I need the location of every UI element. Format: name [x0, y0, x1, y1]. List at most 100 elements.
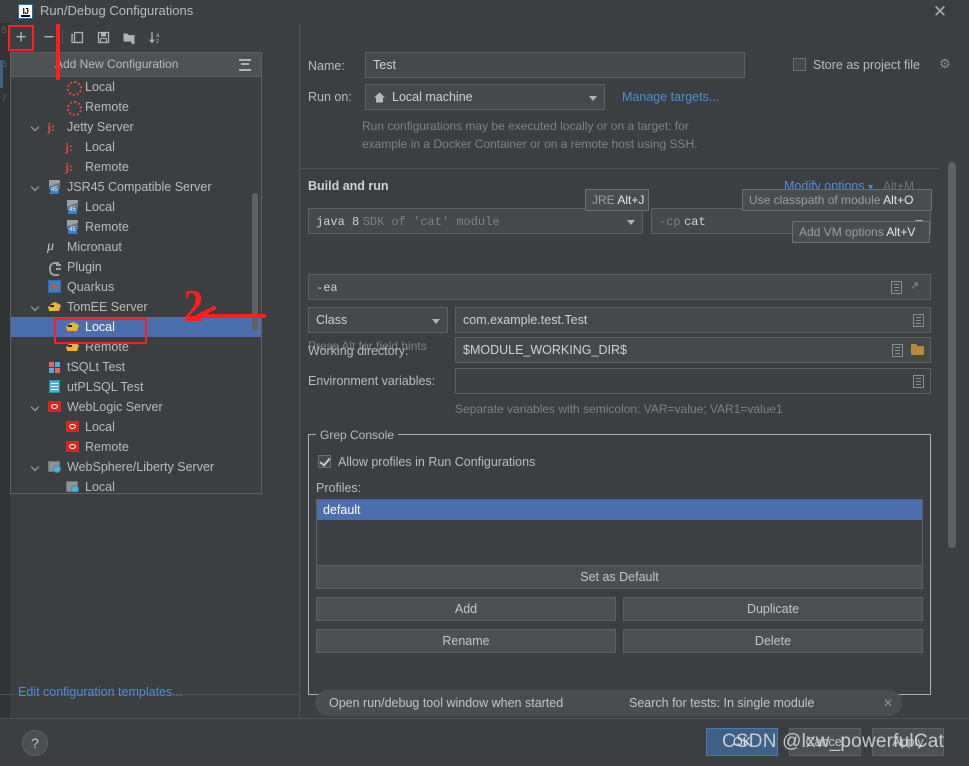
tooltip-text: Use classpath of module: [749, 193, 884, 207]
tree-item-quarkus[interactable]: Quarkus: [11, 277, 261, 297]
edit-configuration-templates-link[interactable]: Edit configuration templates...: [18, 685, 183, 699]
chip-label: Open run/debug tool window when started: [329, 696, 564, 710]
tree-item-label: Local: [85, 80, 115, 94]
tree-expand-chevron-down-icon[interactable]: [31, 117, 42, 137]
tree-item-utplsql-test[interactable]: utPLSQL Test: [11, 377, 261, 397]
main-class-kind-combo[interactable]: Class: [308, 307, 448, 333]
classpath-tooltip: Use classpath of module Alt+O: [742, 189, 932, 211]
help-button[interactable]: ?: [22, 730, 48, 756]
name-label: Name:: [308, 59, 345, 73]
dialog-title-bar: IJ Run/Debug Configurations ✕: [0, 0, 969, 23]
sort-alpha-icon: a z: [144, 26, 166, 48]
main-class-input[interactable]: com.example.test.Test: [455, 307, 931, 333]
copy-icon: [66, 26, 88, 48]
tree-expand-chevron-down-icon[interactable]: [31, 397, 42, 417]
jre-combo[interactable]: java 8 SDK of 'cat' module: [308, 208, 643, 234]
tree-item-jetty-server[interactable]: j: Jetty Server: [11, 117, 261, 137]
set-as-default-button[interactable]: Set as Default: [316, 565, 923, 589]
tree-item-micronaut[interactable]: μ Micronaut: [11, 237, 261, 257]
tree-item-websphere-liberty-server[interactable]: WebSphere/Liberty Server: [11, 457, 261, 477]
tree-vertical-scrollbar[interactable]: [252, 193, 258, 331]
tree-item-local[interactable]: Local: [11, 77, 261, 97]
tree-item-local[interactable]: j: Local: [11, 137, 261, 157]
tree-item-remote[interactable]: j: Remote: [11, 157, 261, 177]
remove-configuration-button[interactable]: −: [38, 26, 60, 48]
form-header-divider: [300, 168, 940, 169]
tree-item-remote[interactable]: Remote: [11, 337, 261, 357]
tree-item-label: Local: [85, 420, 115, 434]
plus-icon: +: [15, 26, 27, 48]
tree-item-remote[interactable]: Remote: [11, 217, 261, 237]
tree-item-local[interactable]: Local: [11, 477, 261, 492]
tree-item-local[interactable]: Local: [11, 197, 261, 217]
save-configuration-button[interactable]: [92, 26, 114, 48]
tree-item-weblogic-server[interactable]: WebLogic Server: [11, 397, 261, 417]
tree-item-local[interactable]: Local: [11, 417, 261, 437]
tree-expand-chevron-down-icon[interactable]: [31, 177, 42, 197]
manage-targets-link[interactable]: Manage targets...: [622, 90, 719, 104]
tree-item-plugin[interactable]: Plugin: [11, 257, 261, 277]
allow-profiles-checkbox[interactable]: [318, 455, 331, 468]
tree-item-jsr45-compatible-server[interactable]: JSR45 Compatible Server: [11, 177, 261, 197]
popup-header: Add New Configuration: [11, 53, 261, 77]
tree-item-local[interactable]: Local: [11, 317, 261, 337]
jetty-icon: j:: [47, 120, 55, 134]
jre-tooltip: JRE Alt+J: [585, 189, 649, 211]
rename-profile-button[interactable]: Rename: [316, 629, 616, 653]
chip-search-for-tests[interactable]: Search for tests: In single module ✕: [615, 690, 902, 716]
dialog-footer: ? OK Cancel Apply: [0, 718, 969, 766]
collapse-all-icon[interactable]: [239, 58, 253, 72]
delete-profile-button[interactable]: Delete: [623, 629, 923, 653]
tree-item-tomee-server[interactable]: TomEE Server: [11, 297, 261, 317]
tree-item-label: Local: [85, 200, 115, 214]
chip-open-run-debug-tool-window[interactable]: Open run/debug tool window when started✕: [315, 690, 647, 716]
chevron-down-icon: [432, 319, 440, 324]
tree-item-label: Local: [85, 140, 115, 154]
tree-item-label: tSQLt Test: [67, 360, 126, 374]
working-directory-input[interactable]: $MODULE_WORKING_DIR$: [455, 337, 931, 363]
home-icon: [374, 92, 385, 103]
vm-options-expand-editor-icon[interactable]: [891, 281, 902, 294]
micronaut-icon: μ: [47, 239, 55, 254]
run-on-value: Local machine: [392, 90, 473, 104]
close-icon[interactable]: ✕: [931, 3, 949, 21]
environment-variables-input[interactable]: [455, 368, 931, 394]
list-item[interactable]: default: [317, 500, 922, 520]
tooltip-text: JRE: [592, 193, 618, 207]
gear-icon[interactable]: ⚙: [938, 57, 952, 71]
run-on-combo[interactable]: Local machine: [365, 84, 605, 110]
cancel-button[interactable]: Cancel: [789, 728, 861, 756]
environment-variables-browse-icon[interactable]: [913, 375, 924, 388]
svg-text:z: z: [156, 39, 159, 45]
new-folder-button[interactable]: [118, 26, 140, 48]
jetty-icon: j:: [65, 140, 73, 154]
sort-configurations-button[interactable]: a z: [144, 26, 166, 48]
add-profile-button[interactable]: Add: [316, 597, 616, 621]
folder-icon[interactable]: [911, 344, 925, 356]
ok-button[interactable]: OK: [706, 728, 778, 756]
store-as-project-file-checkbox[interactable]: [793, 58, 806, 71]
tree-item-tsqlt-test[interactable]: tSQLt Test: [11, 357, 261, 377]
tree-expand-chevron-down-icon[interactable]: [31, 457, 42, 477]
tree-item-label: Remote: [85, 220, 129, 234]
form-vertical-scrollbar[interactable]: [948, 162, 956, 548]
vm-options-maximize-icon[interactable]: ↗: [910, 280, 922, 292]
apply-button[interactable]: Apply: [872, 728, 944, 756]
run-on-label: Run on:: [308, 90, 352, 104]
working-directory-macro-icon[interactable]: [892, 344, 903, 357]
tree-expand-chevron-down-icon[interactable]: [31, 297, 42, 317]
main-class-browse-icon[interactable]: [913, 314, 924, 327]
copy-configuration-button[interactable]: [66, 26, 88, 48]
tree-item-remote[interactable]: Remote: [11, 97, 261, 117]
tooltip-shortcut: Alt+V: [886, 225, 916, 239]
duplicate-profile-button[interactable]: Duplicate: [623, 597, 923, 621]
vm-options-input[interactable]: -ea: [308, 274, 931, 300]
save-icon: [92, 26, 114, 48]
tree-item-remote[interactable]: Remote: [11, 437, 261, 457]
profiles-list[interactable]: default: [316, 499, 923, 570]
configuration-type-tree[interactable]: Local Remote j: Jetty Server j: Local j: Remote…: [11, 77, 261, 492]
close-icon[interactable]: ✕: [883, 690, 893, 716]
vm-options-tooltip: Add VM options Alt+V: [792, 221, 930, 243]
add-configuration-button[interactable]: +: [10, 26, 32, 48]
name-input[interactable]: Test: [365, 52, 745, 78]
